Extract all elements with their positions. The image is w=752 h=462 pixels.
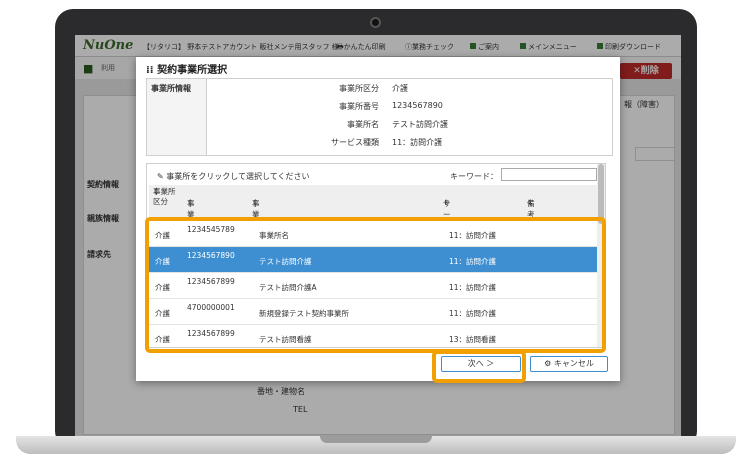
info-key-category: 事業所区分 [339, 84, 379, 93]
list-instruction: ✎ 事業所をクリックして選択してください [157, 172, 310, 181]
info-value-category: 介護 [392, 84, 408, 93]
info-key-name: 事業所名 [347, 120, 379, 129]
office-info-panel: 事業所情報 事業所区分 介護 事業所番号 1234567890 事業所名 テスト… [146, 78, 613, 156]
dialog-title: ⁞⁞ 契約事業所選択 [146, 65, 228, 76]
cancel-button[interactable]: ⚙ キャンセル [530, 356, 608, 372]
laptop-notch [320, 436, 432, 443]
info-value-name: テスト訪問介護 [392, 120, 448, 129]
pencil-icon: ✎ [157, 172, 167, 181]
info-value-number: 1234567890 [392, 101, 443, 110]
keyword-label: キーワード： [450, 172, 498, 181]
list-scrollbar-thumb[interactable] [598, 164, 604, 224]
next-button-highlight-annotation [432, 350, 526, 383]
office-info-header: 事業所情報 [147, 79, 207, 155]
cancel-icon: ⚙ [544, 359, 554, 368]
camera-icon [370, 17, 381, 28]
list-highlight-annotation [145, 217, 606, 353]
laptop-mockup: NuOne 【リタリコ】 野本テストアカウント 販社メンテ用スタッフ 様 🖶かん… [0, 0, 752, 462]
list-header: ⇕事業所区分 ⇕事業所番号 ⇕事業所名 ⇕サービス種類 ⇕備考 [149, 185, 605, 263]
grid-icon: ⁞⁞ [146, 65, 158, 76]
info-value-service: 11：訪問介護 [392, 138, 443, 147]
info-key-number: 事業所番号 [339, 102, 379, 111]
info-key-service: サービス種類 [331, 138, 379, 147]
keyword-input[interactable] [501, 168, 597, 181]
